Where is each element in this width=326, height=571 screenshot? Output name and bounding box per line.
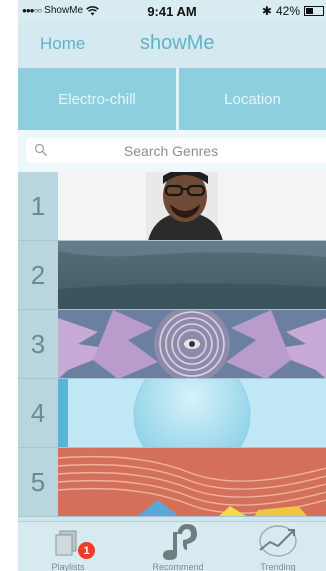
location-filter-button[interactable]: Location bbox=[179, 68, 326, 130]
genre-filter-button[interactable]: Electro-chill bbox=[18, 68, 179, 130]
battery-icon bbox=[304, 6, 324, 16]
search-bar bbox=[18, 130, 326, 172]
search-input[interactable] bbox=[56, 138, 286, 163]
search-box[interactable] bbox=[26, 138, 326, 163]
tab-recommend-label: Recommend bbox=[152, 562, 204, 571]
tab-recommend[interactable]: Recommend bbox=[143, 522, 213, 571]
home-button[interactable]: Home bbox=[40, 34, 85, 54]
playlist-row[interactable]: 2 bbox=[18, 241, 326, 310]
navigation-bar: Home showMe bbox=[18, 22, 326, 68]
playlist-rank: 1 bbox=[18, 172, 58, 240]
battery-percent: 42% bbox=[275, 4, 300, 18]
playlist-cover-art bbox=[58, 241, 326, 309]
playlist-row[interactable]: 3 bbox=[18, 310, 326, 379]
app-screen: ●●●○○ ShowMe 9:41 AM ✱ 42% Home showMe E… bbox=[18, 0, 326, 571]
app-title: showMe bbox=[140, 32, 215, 54]
tab-trending-label: Trending bbox=[260, 562, 296, 571]
tab-playlists[interactable]: 1 Playlists bbox=[38, 522, 98, 571]
search-icon bbox=[34, 143, 47, 156]
bluetooth-icon: ✱ bbox=[261, 4, 272, 18]
playlist-row[interactable]: 5 bbox=[18, 448, 326, 517]
status-right: ✱ 42% bbox=[262, 4, 324, 18]
playlist-list: 1 2 3 4 5 bbox=[18, 172, 326, 521]
playlists-badge: 1 bbox=[78, 542, 95, 559]
playlist-rank: 2 bbox=[18, 241, 58, 309]
playlist-row[interactable]: 4 bbox=[18, 379, 326, 448]
tab-playlists-label: Playlists bbox=[51, 562, 85, 571]
trending-chart-icon bbox=[259, 525, 297, 557]
tab-trending[interactable]: Trending bbox=[248, 522, 308, 571]
playlist-cover-art bbox=[58, 448, 326, 516]
status-bar: ●●●○○ ShowMe 9:41 AM ✱ 42% bbox=[18, 0, 326, 22]
playlist-cover-art bbox=[58, 172, 326, 240]
playlist-cover-art bbox=[58, 379, 326, 447]
recommend-music-icon bbox=[163, 524, 197, 560]
filter-bar: Electro-chill Location bbox=[18, 68, 326, 130]
playlist-rank: 4 bbox=[18, 379, 58, 447]
playlist-row[interactable]: 1 bbox=[18, 172, 326, 241]
playlist-rank: 5 bbox=[18, 448, 58, 516]
playlist-rank: 3 bbox=[18, 310, 58, 378]
tab-bar: 1 Playlists Recommend Trending bbox=[18, 521, 326, 571]
playlist-cover-art bbox=[58, 310, 326, 378]
